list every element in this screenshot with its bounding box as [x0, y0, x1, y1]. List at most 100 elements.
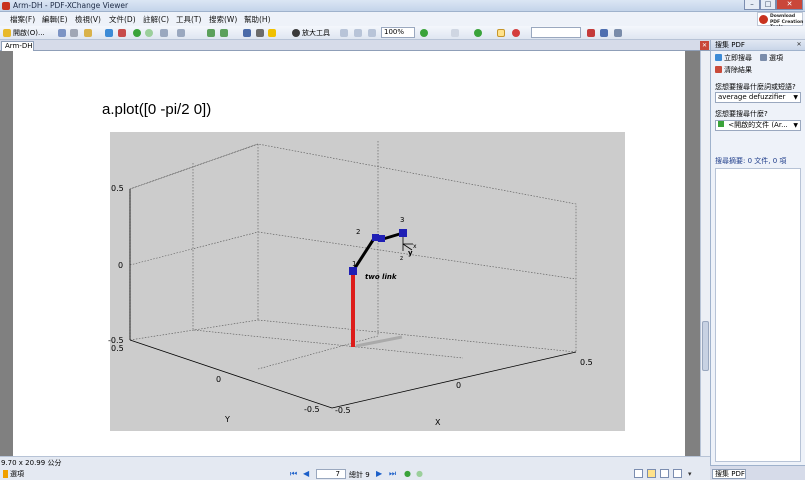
save-icon[interactable] — [58, 29, 66, 37]
status-bar: 9.70 x 20.99 公分 選項 ⏮ ◀ 7 總計 9 ▶ ⏭ ● ● ▾ — [0, 456, 710, 480]
back-bottom-right — [257, 319, 577, 353]
z-tick-1: 0 — [118, 261, 123, 270]
highlight-icon[interactable] — [497, 29, 505, 37]
search-panel: 搜集 PDF ✕ 立即搜尋 選項 清除結果 您想要搜尋什麼詞或短語? avera… — [710, 40, 805, 465]
toolbar: 開啟(O)... 放大工具 100% — [0, 26, 805, 40]
search-query-combo[interactable]: average defuzzifier ▼ — [715, 92, 801, 103]
zoom-level-input[interactable]: 100% — [381, 27, 415, 38]
previous-page-button[interactable]: ◀ — [303, 470, 311, 478]
menu-edit[interactable]: 編輯(E) — [42, 14, 68, 25]
x-axis-line — [331, 351, 577, 409]
tab-search-pdf[interactable]: 搜集 PDF — [712, 469, 746, 479]
x-axis-label: X — [435, 418, 441, 427]
snapshot-icon[interactable] — [268, 29, 276, 37]
zoom-in-icon[interactable] — [420, 29, 428, 37]
actual-size-icon[interactable] — [340, 29, 348, 37]
close-panel-icon[interactable]: ✕ — [795, 41, 803, 49]
y-axis-label: Y — [224, 415, 230, 424]
y-tick-0: 0.5 — [111, 344, 124, 353]
joint-label-3: 3 — [400, 216, 404, 224]
open-folder-icon[interactable] — [3, 29, 11, 37]
z-tick-0: 0.5 — [111, 184, 124, 193]
x-tick-2: 0.5 — [580, 358, 593, 367]
menu-document[interactable]: 文件(D) — [109, 14, 136, 25]
status-menu-chevron-icon[interactable]: ▾ — [688, 470, 696, 478]
continuous-view-icon[interactable] — [647, 469, 656, 478]
search-scope-combo[interactable]: <開啟的文件 (Ar... ▼ — [715, 120, 801, 131]
clear-results-icon — [715, 66, 722, 73]
export-icon[interactable] — [118, 29, 126, 37]
menu-comments[interactable]: 註解(C) — [143, 14, 169, 25]
back-icon[interactable] — [133, 29, 141, 37]
continuous-facing-icon[interactable] — [673, 469, 682, 478]
rotate-right-icon[interactable] — [220, 29, 228, 37]
scrollbar-thumb[interactable] — [702, 321, 709, 371]
flag-icon — [3, 470, 8, 478]
search-options-button[interactable]: 選項 — [769, 53, 783, 63]
search-query-value: average defuzzifier — [718, 93, 786, 101]
open-button-label[interactable]: 開啟(O)... — [13, 28, 45, 38]
scope-label: 您想要搜尋什麼? — [715, 110, 768, 118]
vertical-scrollbar[interactable] — [700, 51, 710, 456]
search-options-icon[interactable] — [600, 29, 608, 37]
undo-icon[interactable] — [160, 29, 168, 37]
forward-icon[interactable] — [145, 29, 153, 37]
scope-checkbox-icon — [718, 121, 724, 127]
scan-icon[interactable] — [84, 29, 92, 37]
chevron-down-icon[interactable]: ▼ — [793, 93, 798, 102]
typewriter-icon[interactable] — [451, 29, 459, 37]
email-icon[interactable] — [105, 29, 113, 37]
document-viewport[interactable]: a.plot([0 -pi/2 0]) 0.5 0 -0.5 0.5 0 -0.… — [0, 51, 700, 456]
close-button[interactable]: ✕ — [776, 0, 803, 10]
menu-view[interactable]: 檢視(V) — [75, 14, 101, 25]
joint-label-2: 2 — [356, 228, 360, 236]
pdf-tools-icon — [759, 15, 768, 24]
toolbar-search-input[interactable] — [531, 27, 581, 38]
tools-dropdown-icon[interactable] — [614, 29, 622, 37]
rotate-left-icon[interactable] — [207, 29, 215, 37]
status-options-button[interactable]: 選項 — [3, 469, 24, 479]
find-icon[interactable] — [587, 29, 595, 37]
next-page-button[interactable]: ▶ — [376, 470, 384, 478]
chevron-down-icon[interactable]: ▼ — [793, 121, 798, 130]
query-label: 您想要搜尋什麼詞或短語? — [715, 83, 796, 91]
y-axis-line — [129, 339, 333, 409]
facing-view-icon[interactable] — [660, 469, 669, 478]
zoom-tool-icon[interactable] — [292, 29, 300, 37]
hand-tool-icon[interactable] — [243, 29, 251, 37]
fit-page-icon[interactable] — [354, 29, 362, 37]
fit-width-icon[interactable] — [368, 29, 376, 37]
side-panel-tab-strip: 搜集 PDF — [710, 465, 805, 480]
clear-results-button[interactable]: 清除結果 — [724, 65, 752, 75]
tab-arm-dh[interactable]: Arm-DH — [1, 41, 34, 51]
maximize-button[interactable]: □ — [760, 0, 776, 10]
last-page-button[interactable]: ⏭ — [389, 470, 397, 478]
robot-shadow — [355, 335, 403, 348]
frame-z-label: z — [400, 255, 403, 262]
select-text-icon[interactable] — [256, 29, 264, 37]
search-results-list[interactable] — [715, 168, 801, 462]
download-pdf-tools-button[interactable]: Download PDF Creation Tools — [757, 12, 803, 30]
menu-file[interactable]: 檔案(F) — [10, 14, 35, 25]
first-page-button[interactable]: ⏮ — [290, 470, 298, 478]
search-now-button[interactable]: 立即搜尋 — [724, 53, 752, 63]
back-view-button[interactable]: ● — [404, 470, 412, 478]
print-icon[interactable] — [70, 29, 78, 37]
title-bar: Arm-DH - PDF-XChange Viewer – □ ✕ — [0, 0, 805, 12]
single-page-view-icon[interactable] — [634, 469, 643, 478]
tab-close-button[interactable]: ✕ — [700, 41, 709, 50]
menu-help[interactable]: 幫助(H) — [244, 14, 271, 25]
stamp-icon[interactable] — [512, 29, 520, 37]
joint-3 — [399, 229, 407, 237]
menu-tools[interactable]: 工具(T) — [176, 14, 201, 25]
menu-search[interactable]: 搜索(W) — [209, 14, 237, 25]
next-view-icon[interactable] — [474, 29, 482, 37]
redo-icon[interactable] — [177, 29, 185, 37]
x-tick-0: -0.5 — [335, 406, 351, 415]
minimize-button[interactable]: – — [744, 0, 760, 10]
total-pages-label: 總計 9 — [349, 471, 370, 479]
zoom-tool-label[interactable]: 放大工具 — [302, 28, 330, 38]
forward-view-button[interactable]: ● — [416, 470, 424, 478]
page-number-input[interactable]: 7 — [316, 469, 346, 479]
joint-label-1: 1 — [352, 260, 356, 268]
